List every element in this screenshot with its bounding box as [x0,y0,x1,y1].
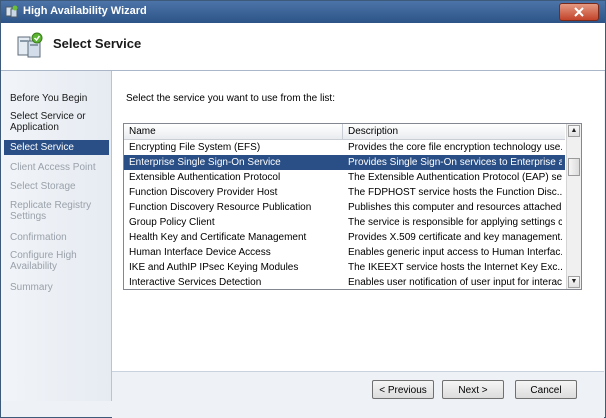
step-select-storage: Select Storage [10,181,76,192]
service-name: Health Key and Certificate Management [129,232,307,243]
list-item[interactable]: IKE and AuthIP IPsec Keying Modules The I… [124,260,565,275]
service-name: Human Interface Device Access [129,247,271,258]
list-item[interactable]: Encrypting File System (EFS) Provides the… [124,140,565,155]
steps-panel: Before You Begin Select Service or Appli… [1,71,112,401]
service-description: Enables user notification of user input … [348,277,562,288]
wizard-window: High Availability Wizard Select Service … [0,0,606,418]
step-client-access-point: Client Access Point [10,162,96,173]
next-button[interactable]: Next > [442,380,504,399]
service-name: Interactive Services Detection [129,277,262,288]
list-item[interactable]: Function Discovery Resource Publication P… [124,200,565,215]
list-item[interactable]: Human Interface Device Access Enables gen… [124,245,565,260]
list-item[interactable]: Extensible Authentication Protocol The Ex… [124,170,565,185]
previous-button[interactable]: < Previous [372,380,434,399]
service-description: The FDPHOST service hosts the Function D… [348,187,562,198]
step-replicate-registry-settings: Replicate Registry Settings [10,200,92,222]
service-name: Extensible Authentication Protocol [129,172,281,183]
list-item[interactable]: Health Key and Certificate Management Pro… [124,230,565,245]
vertical-scrollbar[interactable]: ▲ ▼ [566,124,581,289]
service-list[interactable]: Name Description Encrypting File System … [123,123,582,290]
service-description: The service is responsible for applying … [348,217,562,228]
service-description: The IKEEXT service hosts the Internet Ke… [348,262,562,273]
window-title: High Availability Wizard [23,5,147,17]
service-description: Provides Single Sign-On services to Ente… [348,157,562,168]
service-description: Provides X.509 certificate and key manag… [348,232,562,243]
triangle-up-icon: ▲ [570,127,578,134]
scroll-down-button[interactable]: ▼ [568,276,580,288]
service-description: Provides the core file encryption techno… [348,142,562,153]
list-item[interactable]: Interactive Services Detection Enables us… [124,275,565,288]
step-before-you-begin[interactable]: Before You Begin [10,93,108,104]
close-button[interactable] [559,3,599,21]
service-description: Publishes this computer and resources at… [348,202,562,213]
list-header: Name Description [124,124,565,140]
column-header-name[interactable]: Name [129,126,156,137]
instruction-text: Select the service you want to use from … [126,93,335,104]
step-confirmation: Confirmation [10,232,67,243]
wizard-header: Select Service [1,23,605,71]
service-description: The Extensible Authentication Protocol (… [348,172,562,183]
close-icon [574,7,584,17]
page-title: Select Service [53,36,142,51]
column-divider[interactable] [342,124,343,139]
list-item[interactable]: Function Discovery Provider Host The FDPH… [124,185,565,200]
service-name: Function Discovery Provider Host [129,187,278,198]
step-select-service-or-application[interactable]: Select Service or Application [10,111,108,133]
app-icon [5,5,18,18]
service-name: IKE and AuthIP IPsec Keying Modules [129,262,299,273]
triangle-down-icon: ▼ [570,278,578,285]
step-configure-high-availability: Configure High Availability [10,250,77,272]
service-name: Enterprise Single Sign-On Service [129,157,281,168]
list-item-selected[interactable]: Enterprise Single Sign-On Service Provide… [124,155,565,170]
service-name: Group Policy Client [129,217,215,228]
scroll-up-button[interactable]: ▲ [568,125,580,137]
cluster-server-icon [17,32,43,58]
title-bar[interactable]: High Availability Wizard [1,1,605,23]
service-name: Function Discovery Resource Publication [129,202,312,213]
cancel-button[interactable]: Cancel [515,380,577,399]
service-name: Encrypting File System (EFS) [129,142,261,153]
service-description: Enables generic input access to Human In… [348,247,562,258]
step-summary: Summary [10,282,53,293]
list-item[interactable]: Group Policy Client The service is respon… [124,215,565,230]
column-header-description[interactable]: Description [348,126,398,137]
step-select-service[interactable]: Select Service [4,140,109,155]
scroll-thumb[interactable] [568,158,580,176]
